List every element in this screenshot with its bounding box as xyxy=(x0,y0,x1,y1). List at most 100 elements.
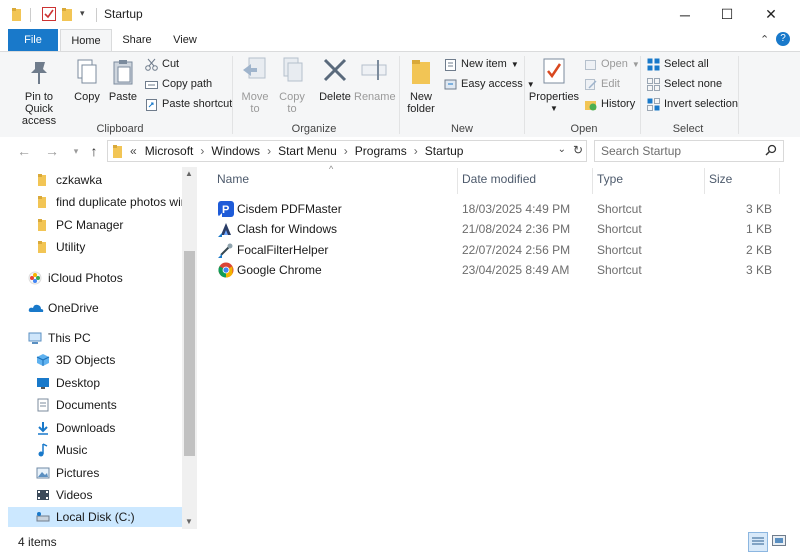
address-bar[interactable]: « Microsoft › Windows › Start Menu › Pro… xyxy=(107,140,587,162)
ribbon-separator xyxy=(524,56,525,134)
nav-item-3d-objects[interactable]: 3D Objects xyxy=(36,350,115,370)
nav-item-this-pc[interactable]: This PC xyxy=(28,328,91,348)
nav-item-documents[interactable]: Documents xyxy=(36,395,117,415)
edit-button[interactable]: Edit xyxy=(584,75,620,93)
recent-locations-button[interactable]: ▾ xyxy=(66,141,86,161)
file-date: 18/03/2025 4:49 PM xyxy=(462,202,571,216)
nav-item-icloud-photos[interactable]: iCloud Photos xyxy=(28,268,123,288)
file-size: 2 KB xyxy=(745,243,772,257)
file-name: Google Chrome xyxy=(237,263,322,277)
move-to-button[interactable]: Move to xyxy=(238,56,272,115)
pictures-icon xyxy=(36,466,50,480)
file-row[interactable]: Clash for Windows 21/08/2024 2:36 PM Sho… xyxy=(215,219,780,239)
copy-label: Copy xyxy=(74,91,100,103)
nav-item-local-disk[interactable]: Local Disk (C:) xyxy=(8,507,182,527)
help-icon[interactable]: ? xyxy=(776,32,790,46)
delete-button[interactable]: Delete xyxy=(316,56,354,103)
nav-item-pictures[interactable]: Pictures xyxy=(36,463,99,483)
quick-access-dropdown-icon[interactable]: ▾ xyxy=(80,8,85,19)
chevron-down-icon[interactable]: ⌄ xyxy=(558,144,566,155)
tab-file[interactable]: File xyxy=(8,29,58,51)
breadcrumb-item[interactable]: Start Menu xyxy=(278,144,337,158)
copy-path-button[interactable]: Copy path xyxy=(145,75,212,93)
column-separator[interactable] xyxy=(704,168,705,194)
scroll-up-icon[interactable]: ▲ xyxy=(185,169,193,178)
nav-item-find-duplicate-photos[interactable]: find duplicate photos win xyxy=(36,192,187,212)
file-name: Clash for Windows xyxy=(237,222,338,236)
column-header-type[interactable]: Type xyxy=(597,172,623,190)
nav-item-pc-manager[interactable]: PC Manager xyxy=(36,215,123,235)
file-row[interactable]: P Cisdem PDFMaster 18/03/2025 4:49 PM Sh… xyxy=(215,199,780,219)
column-header-size[interactable]: Size xyxy=(709,172,732,190)
collapse-ribbon-icon[interactable]: ⌃ xyxy=(760,33,769,46)
select-none-button[interactable]: Select none xyxy=(647,75,722,93)
breadcrumb-overflow[interactable]: « xyxy=(130,144,137,158)
column-header-date[interactable]: Date modified xyxy=(462,172,536,190)
nav-item-label: Documents xyxy=(56,398,117,412)
pin-to-quick-access-button[interactable]: Pin to Quick access xyxy=(6,58,72,127)
nav-item-utility[interactable]: Utility xyxy=(36,237,85,257)
scrollbar-thumb[interactable] xyxy=(184,251,195,456)
paste-shortcut-button[interactable]: Paste shortcut xyxy=(145,95,232,113)
back-button[interactable]: ← xyxy=(14,141,34,161)
search-box[interactable]: Search Startup xyxy=(594,140,784,162)
column-separator[interactable] xyxy=(457,168,458,194)
up-button[interactable]: ↑ xyxy=(84,141,104,161)
breadcrumb-item[interactable]: Microsoft xyxy=(145,144,194,158)
maximize-button[interactable]: ☐ xyxy=(704,0,750,29)
paste-button[interactable]: Paste xyxy=(106,58,140,103)
tab-share[interactable]: Share xyxy=(114,29,160,51)
nav-scrollbar[interactable]: ▲ ▼ xyxy=(182,167,197,529)
search-input[interactable]: Search Startup xyxy=(601,144,681,158)
copy-to-button[interactable]: Copy to xyxy=(276,56,308,115)
new-folder-button[interactable]: New folder xyxy=(404,56,438,115)
details-view-icon[interactable] xyxy=(748,532,768,552)
column-separator[interactable] xyxy=(779,168,780,194)
nav-item-czkawka[interactable]: czkawka xyxy=(36,170,102,190)
copy-button[interactable]: Copy xyxy=(70,58,104,103)
edit-icon xyxy=(584,78,597,91)
forward-button[interactable]: → xyxy=(42,141,62,161)
nav-item-music[interactable]: Music xyxy=(36,440,87,460)
properties-quick-icon[interactable] xyxy=(42,7,56,24)
close-button[interactable]: ✕ xyxy=(748,0,794,29)
column-separator[interactable] xyxy=(592,168,593,194)
minimize-button[interactable]: ─ xyxy=(662,0,708,29)
new-item-button[interactable]: New item ▼ xyxy=(444,55,519,73)
open-icon xyxy=(584,58,597,71)
breadcrumb-item[interactable]: Windows xyxy=(211,144,260,158)
copy-path-label: Copy path xyxy=(162,78,213,90)
videos-icon xyxy=(36,488,50,502)
large-icons-view-icon[interactable] xyxy=(772,534,786,551)
refresh-icon[interactable]: ↻ xyxy=(573,143,583,157)
select-all-button[interactable]: Select all xyxy=(647,55,709,73)
new-folder-quick-icon[interactable] xyxy=(62,8,73,24)
cut-button[interactable]: Cut xyxy=(145,55,179,73)
file-row[interactable]: Google Chrome 23/04/2025 8:49 AM Shortcu… xyxy=(215,260,780,280)
column-header-name[interactable]: Name xyxy=(217,172,249,190)
breadcrumb-item[interactable]: Startup xyxy=(425,144,464,158)
tab-home[interactable]: Home xyxy=(60,29,112,52)
rename-button[interactable]: Rename xyxy=(354,56,396,103)
nav-item-desktop[interactable]: Desktop xyxy=(36,373,100,393)
scroll-down-icon[interactable]: ▼ xyxy=(185,517,193,526)
properties-button[interactable]: Properties ▼ xyxy=(528,56,580,115)
nav-item-downloads[interactable]: Downloads xyxy=(36,418,115,438)
invert-selection-button[interactable]: Invert selection xyxy=(647,95,738,113)
open-group-label: Open xyxy=(570,123,598,135)
easy-access-button[interactable]: Easy access ▼ xyxy=(444,75,535,93)
navigation-pane[interactable]: czkawka find duplicate photos win PC Man… xyxy=(0,167,197,529)
nav-item-label: Music xyxy=(56,443,88,457)
history-button[interactable]: History xyxy=(584,95,635,113)
tab-view[interactable]: View xyxy=(162,29,208,51)
nav-item-videos[interactable]: Videos xyxy=(36,485,92,505)
nav-item-onedrive[interactable]: OneDrive xyxy=(28,298,99,318)
breadcrumb-item[interactable]: Programs xyxy=(355,144,407,158)
edit-label: Edit xyxy=(601,78,620,90)
pin-label: Pin to Quick access xyxy=(21,91,57,127)
file-row[interactable]: FocalFilterHelper 22/07/2024 2:56 PM Sho… xyxy=(215,240,780,260)
file-type: Shortcut xyxy=(597,243,642,257)
open-button[interactable]: Open ▼ xyxy=(584,55,640,73)
nav-item-label: 3D Objects xyxy=(56,353,116,367)
breadcrumb-separator-icon: › xyxy=(343,144,348,158)
